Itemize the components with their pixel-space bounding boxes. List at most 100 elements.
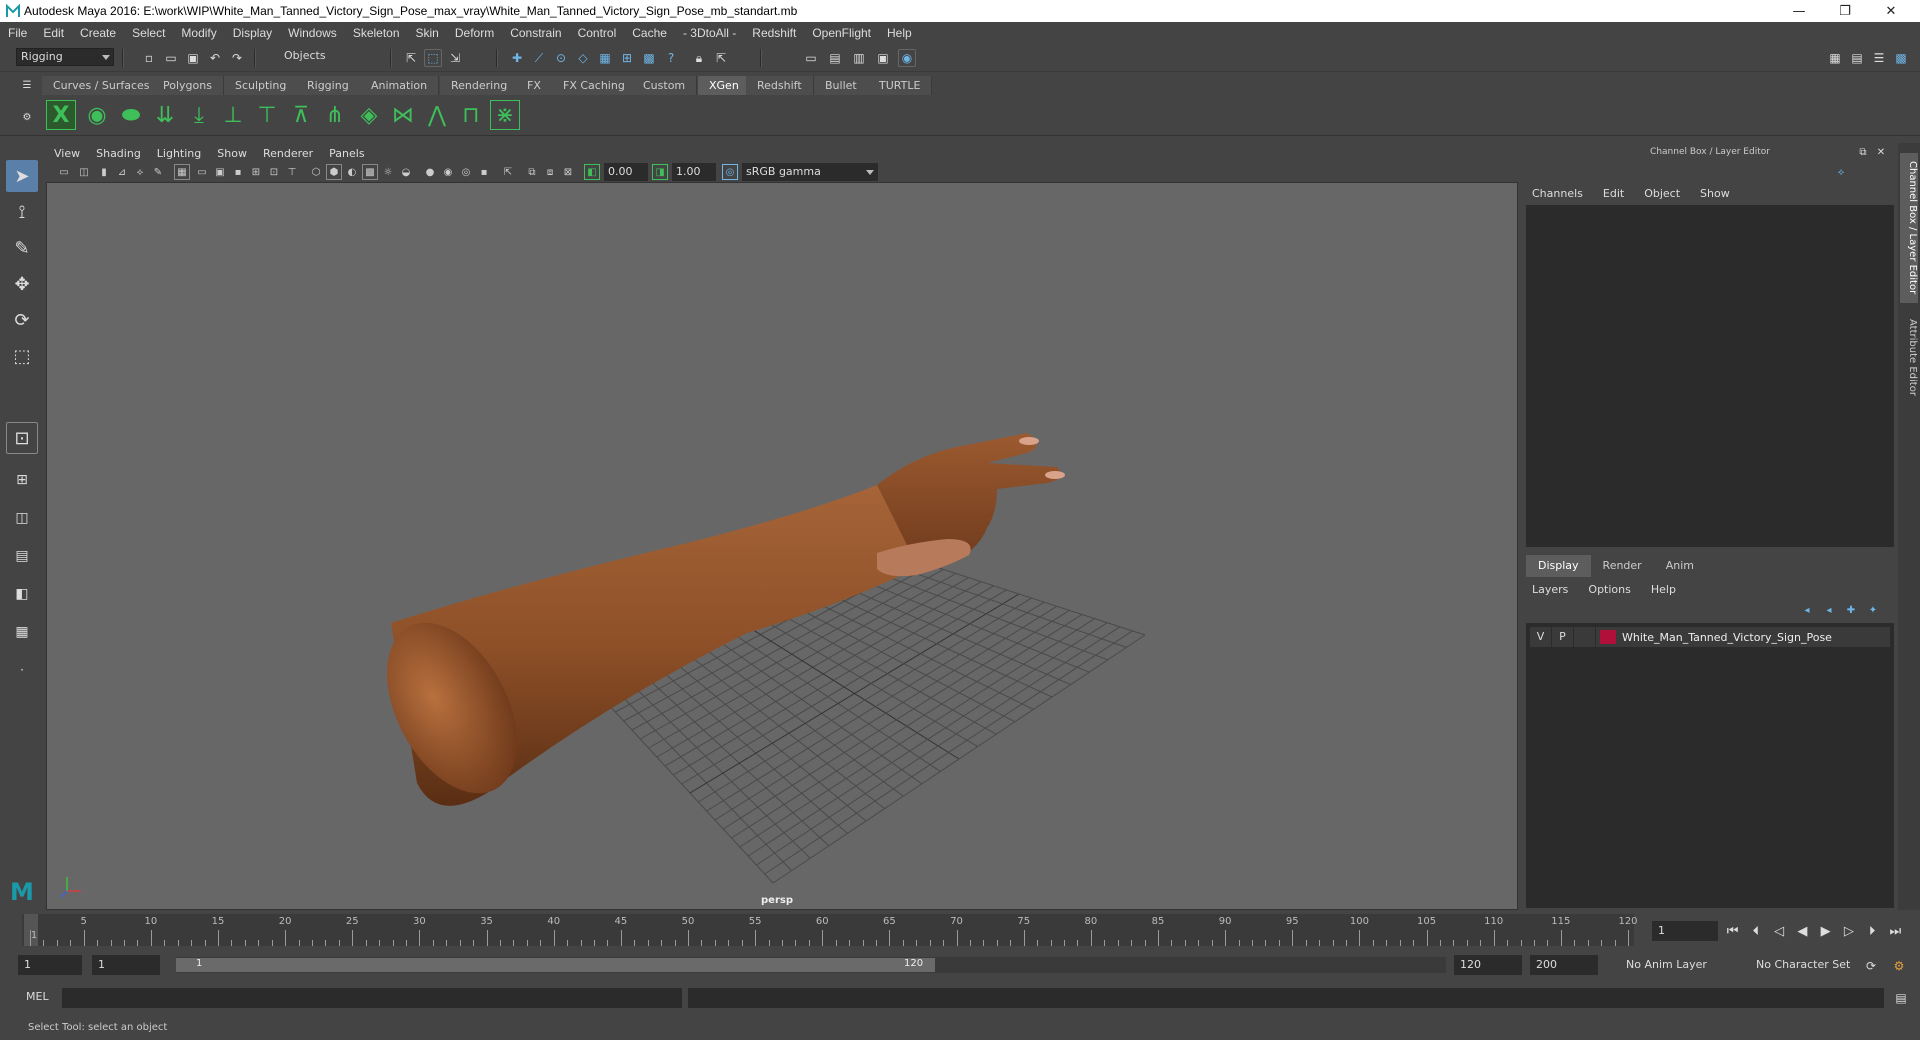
xgen-lock-guides-icon[interactable]: ⊼ <box>286 100 316 130</box>
tab-rendering[interactable]: Rendering <box>440 76 520 95</box>
select-tool-icon[interactable]: ➤ <box>6 160 38 192</box>
color-space-dropdown[interactable]: sRGB gamma <box>742 163 878 181</box>
menu-file[interactable]: File <box>0 26 35 40</box>
move-tool-icon[interactable]: ✥ <box>6 268 38 300</box>
animation-start-field[interactable]: 1 <box>18 955 82 975</box>
field-chart-icon[interactable]: ⊞ <box>248 164 264 180</box>
selection-mode-dropdown[interactable]: Objects <box>280 48 384 66</box>
new-scene-icon[interactable]: ▫ <box>140 49 158 67</box>
step-back-frame-icon[interactable]: ◁ <box>1771 922 1788 940</box>
xgen-interactive-groom-icon[interactable]: ⋇ <box>490 100 520 130</box>
menu-3dtoall[interactable]: - 3DtoAll - <box>675 26 744 40</box>
go-to-end-icon[interactable]: ⏭ <box>1887 922 1904 940</box>
scale-tool-icon[interactable]: ⬚ <box>6 340 38 372</box>
channel-menu-channels[interactable]: Channels <box>1522 187 1593 200</box>
viewport-menu-view[interactable]: View <box>46 147 88 160</box>
textured-icon[interactable]: ▩ <box>362 164 378 180</box>
step-forward-key-icon[interactable]: ⏵ <box>1864 922 1881 940</box>
safe-action-icon[interactable]: ⊡ <box>266 164 282 180</box>
menuset-dropdown[interactable]: Rigging <box>16 48 114 66</box>
snap-surface-icon[interactable]: ▦ <box>596 49 614 67</box>
xgen-convert-icon[interactable]: ⋈ <box>388 100 418 130</box>
character-set-dropdown[interactable]: No Character Set <box>1750 955 1878 975</box>
layer-type-toggle[interactable] <box>1574 627 1596 647</box>
current-frame-field[interactable]: 1 <box>1652 921 1718 941</box>
range-slider[interactable]: 1 120 <box>176 957 1446 973</box>
new-empty-layer-icon[interactable]: ✚ <box>1842 601 1860 619</box>
go-to-start-icon[interactable]: ⏮ <box>1724 922 1741 940</box>
four-view-layout-icon[interactable]: ⊞ <box>6 464 38 496</box>
layout-menu-icon[interactable]: · <box>6 654 38 686</box>
command-input[interactable] <box>62 988 682 1008</box>
move-layer-up-icon[interactable]: ◂ <box>1798 601 1816 619</box>
tab-xgen[interactable]: XGen <box>698 76 751 95</box>
manipulator-icon[interactable]: ⟡ <box>1832 163 1850 181</box>
range-slider-handle[interactable] <box>176 958 936 972</box>
menu-windows[interactable]: Windows <box>280 26 345 40</box>
color-management-icon[interactable]: ◎ <box>722 164 738 180</box>
snap-vertex-icon[interactable]: ⊞ <box>618 49 636 67</box>
smooth-shade-icon[interactable]: ⬢ <box>326 164 342 180</box>
menu-display[interactable]: Display <box>225 26 280 40</box>
anti-aliasing-icon[interactable]: ◎ <box>458 164 474 180</box>
undo-icon[interactable]: ↶ <box>206 49 224 67</box>
tab-custom[interactable]: Custom <box>632 76 698 95</box>
snap-help-icon[interactable]: ? <box>662 49 680 67</box>
lasso-tool-icon[interactable]: ⟟ <box>6 196 38 228</box>
x-ray-icon[interactable]: ⧉ <box>524 164 540 180</box>
menu-create[interactable]: Create <box>72 26 124 40</box>
layer-menu-options[interactable]: Options <box>1578 583 1640 596</box>
grease-pencil-icon[interactable]: ✎ <box>150 164 166 180</box>
hypershade-icon[interactable]: ◉ <box>898 49 916 67</box>
use-all-lights-icon[interactable]: ☼ <box>380 164 396 180</box>
tool-settings-toggle-icon[interactable]: ☰ <box>1870 49 1888 67</box>
minimize-button[interactable]: — <box>1776 0 1822 22</box>
modeling-toolkit-icon[interactable]: ▦ <box>1826 49 1844 67</box>
tab-animation[interactable]: Animation <box>360 76 440 95</box>
xgen-editor-icon[interactable]: X <box>46 100 76 130</box>
step-back-key-icon[interactable]: ⏴ <box>1747 922 1764 940</box>
lock-icon[interactable]: 🔒︎ <box>690 49 708 67</box>
persp-graph-layout-icon[interactable]: ▤ <box>6 540 38 572</box>
viewport-menu-renderer[interactable]: Renderer <box>255 147 321 160</box>
float-panel-icon[interactable]: ⧉ <box>1854 143 1872 161</box>
select-object-icon[interactable]: ⬚ <box>424 49 442 67</box>
2d-pan-zoom-icon[interactable]: ⟡ <box>132 164 148 180</box>
menu-cache[interactable]: Cache <box>624 26 675 40</box>
layer-menu-layers[interactable]: Layers <box>1522 583 1578 596</box>
menu-redshift[interactable]: Redshift <box>744 26 804 40</box>
wireframe-on-shaded-icon[interactable]: ◐ <box>344 164 360 180</box>
anim-layer-dropdown[interactable]: No Anim Layer <box>1620 955 1744 975</box>
attribute-editor-toggle-icon[interactable]: ▤ <box>1848 49 1866 67</box>
channel-menu-object[interactable]: Object <box>1634 187 1690 200</box>
viewport-menu-lighting[interactable]: Lighting <box>149 147 209 160</box>
list-item[interactable]: V P White_Man_Tanned_Victory_Sign_Pose <box>1530 627 1890 647</box>
snap-grid-icon[interactable]: ✚ <box>508 49 526 67</box>
playback-start-field[interactable]: 1 <box>92 955 160 975</box>
menu-help[interactable]: Help <box>879 26 920 40</box>
xgen-guide-visibility-icon[interactable]: ⊤ <box>252 100 282 130</box>
render-settings-icon[interactable]: ▣ <box>874 49 892 67</box>
channel-box-area[interactable] <box>1526 205 1894 547</box>
menu-deform[interactable]: Deform <box>447 26 502 40</box>
exposure-icon[interactable]: ◧ <box>584 164 600 180</box>
script-editor-icon[interactable]: ▤ <box>1892 989 1910 1007</box>
shelf-menu-icon[interactable]: ☰ <box>18 76 36 94</box>
screen-space-ao-icon[interactable]: ● <box>422 164 438 180</box>
depth-of-field-icon[interactable]: ▪ <box>476 164 492 180</box>
snap-curve-icon[interactable]: ⟋ <box>530 49 548 67</box>
paint-select-tool-icon[interactable]: ✎ <box>6 232 38 264</box>
move-layer-down-icon[interactable]: ◂ <box>1820 601 1838 619</box>
shadows-icon[interactable]: ◒ <box>398 164 414 180</box>
script-language-label[interactable]: MEL <box>26 990 49 1003</box>
tab-channel-box-layer-editor[interactable]: Channel Box / Layer Editor <box>1900 153 1918 303</box>
tab-sculpting[interactable]: Sculpting <box>224 76 299 95</box>
menu-control[interactable]: Control <box>570 26 625 40</box>
menu-edit[interactable]: Edit <box>35 26 72 40</box>
x-ray-active-icon[interactable]: ⧈ <box>542 164 558 180</box>
layer-menu-help[interactable]: Help <box>1641 583 1686 596</box>
viewport-menu-panels[interactable]: Panels <box>321 147 372 160</box>
camera-attributes-icon[interactable]: ◫ <box>76 164 92 180</box>
play-backwards-icon[interactable]: ◀ <box>1794 922 1811 940</box>
channel-menu-edit[interactable]: Edit <box>1593 187 1634 200</box>
